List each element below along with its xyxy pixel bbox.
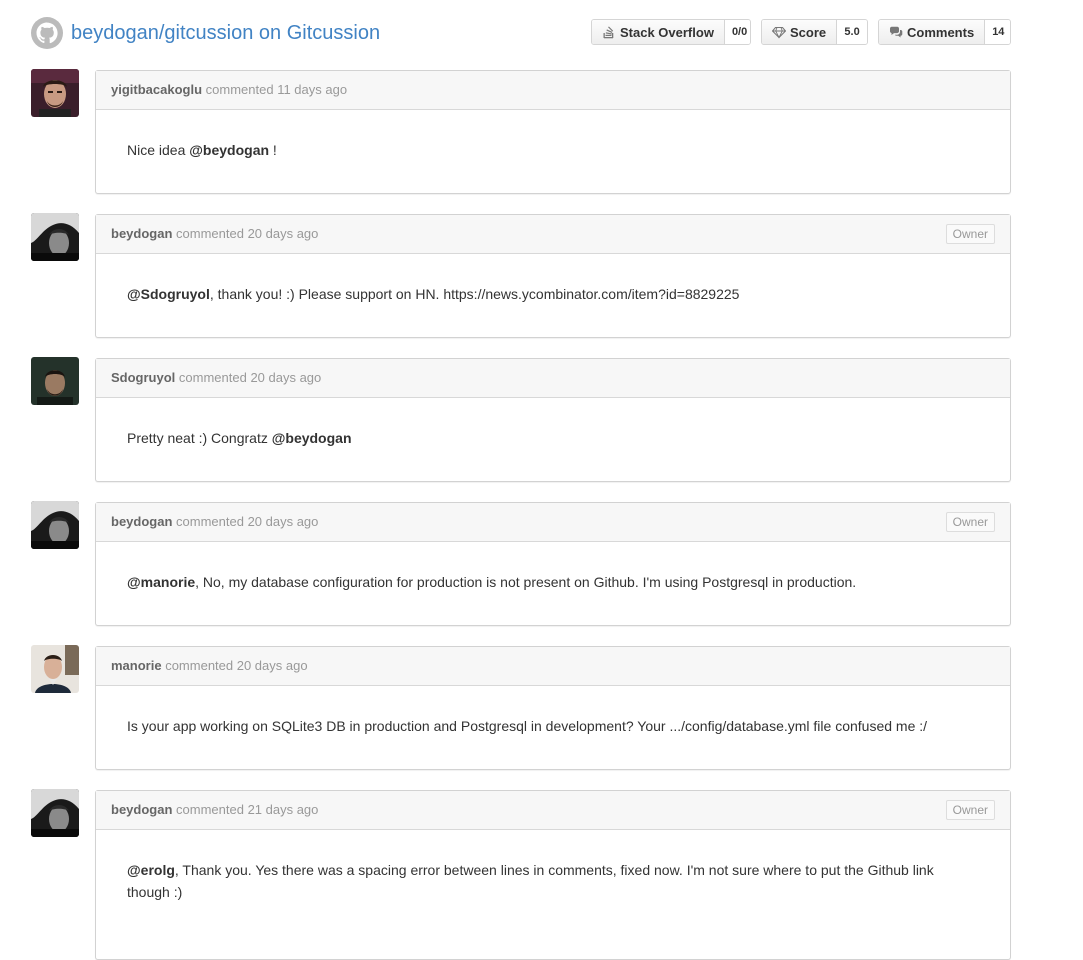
comment-bubble: yigitbacakoglu commented 11 days ago Nic… (95, 70, 1011, 194)
comment-bubble: beydogan commented 21 days ago Owner @er… (95, 790, 1011, 960)
comment-author[interactable]: Sdogruyol (111, 370, 175, 385)
user-mention[interactable]: @manorie (127, 574, 195, 590)
comment-author[interactable]: beydogan (111, 226, 172, 241)
comment-bubble: manorie commented 20 days ago Is your ap… (95, 646, 1011, 770)
comment-bubble: beydogan commented 20 days ago Owner @ma… (95, 502, 1011, 626)
avatar[interactable] (31, 645, 79, 693)
stackoverflow-button[interactable]: Stack Overflow 0/0 (591, 19, 751, 45)
repo-title-link[interactable]: beydogan/gitcussion on Gitcussion (71, 21, 380, 45)
comment-body: Is your app working on SQLite3 DB in pro… (96, 686, 1010, 769)
comment-timestamp[interactable]: commented 20 days ago (179, 370, 321, 385)
user-mention[interactable]: @beydogan (189, 142, 269, 158)
comment-header: yigitbacakoglu commented 11 days ago (96, 71, 1010, 110)
comment-author[interactable]: beydogan (111, 802, 172, 817)
page-header: beydogan/gitcussion on Gitcussion Stack … (31, 17, 1011, 51)
comment-author[interactable]: manorie (111, 658, 162, 673)
owner-badge: Owner (945, 224, 995, 244)
comment-text: , Thank you. Yes there was a spacing err… (127, 862, 934, 900)
comment-header: Sdogruyol commented 20 days ago (96, 359, 1010, 398)
comment-text: Pretty neat :) Congratz (127, 430, 272, 446)
comment-text: ! (269, 142, 277, 158)
comment-body: @Sdogruyol, thank you! :) Please support… (96, 254, 1010, 337)
comment-header: beydogan commented 20 days ago Owner (96, 503, 1010, 542)
score-button-main[interactable]: Score (762, 20, 838, 44)
user-mention[interactable]: @Sdogruyol (127, 286, 210, 302)
score-count: 5.0 (837, 20, 867, 44)
avatar[interactable] (31, 789, 79, 837)
comments-button-label: Comments (907, 24, 975, 40)
avatar[interactable] (31, 69, 79, 117)
stackoverflow-icon (602, 25, 616, 39)
avatar[interactable] (31, 357, 79, 405)
comment-author[interactable]: yigitbacakoglu (111, 82, 202, 97)
owner-badge: Owner (945, 512, 995, 532)
comment-text: , thank you! :) Please support on HN. ht… (209, 286, 740, 302)
comment-bubble-icon (889, 25, 903, 39)
owner-badge: Owner (945, 800, 995, 820)
comment-timestamp[interactable]: commented 21 days ago (176, 802, 318, 817)
comments-button-main[interactable]: Comments (879, 20, 986, 44)
comment-bubble: Sdogruyol commented 20 days ago Pretty n… (95, 358, 1011, 482)
comment-text: Nice idea (127, 142, 190, 158)
comment-body: @erolg, Thank you. Yes there was a spaci… (96, 830, 1010, 959)
diamond-icon (771, 25, 787, 39)
score-button[interactable]: Score 5.0 (761, 19, 868, 45)
comment-text: , No, my database configuration for prod… (195, 574, 857, 590)
comment-author[interactable]: beydogan (111, 514, 172, 529)
comment-header: beydogan commented 21 days ago Owner (96, 791, 1010, 830)
score-button-label: Score (790, 24, 827, 40)
avatar[interactable] (31, 213, 79, 261)
comments-button[interactable]: Comments 14 (878, 19, 1011, 45)
stackoverflow-button-label: Stack Overflow (620, 24, 714, 40)
comment-body: Pretty neat :) Congratz @beydogan (96, 398, 1010, 481)
avatar[interactable] (31, 501, 79, 549)
comment-timestamp[interactable]: commented 20 days ago (176, 226, 318, 241)
comment-timestamp[interactable]: commented 20 days ago (165, 658, 307, 673)
user-mention[interactable]: @beydogan (272, 430, 352, 446)
github-octocat-icon (31, 17, 63, 49)
stackoverflow-button-main[interactable]: Stack Overflow (592, 20, 725, 44)
comment-header: manorie commented 20 days ago (96, 647, 1010, 686)
comment-bubble: beydogan commented 20 days ago Owner @Sd… (95, 214, 1011, 338)
comment-text: Is your app working on SQLite3 DB in pro… (127, 718, 928, 734)
comment-body: Nice idea @beydogan ! (96, 110, 1010, 193)
comment-timestamp[interactable]: commented 11 days ago (206, 82, 347, 97)
comments-count: 14 (985, 20, 1010, 44)
comment-header: beydogan commented 20 days ago Owner (96, 215, 1010, 254)
comment-body: @manorie, No, my database configuration … (96, 542, 1010, 625)
comment-timestamp[interactable]: commented 20 days ago (176, 514, 318, 529)
stackoverflow-count: 0/0 (724, 20, 750, 44)
user-mention[interactable]: @erolg (127, 862, 175, 878)
